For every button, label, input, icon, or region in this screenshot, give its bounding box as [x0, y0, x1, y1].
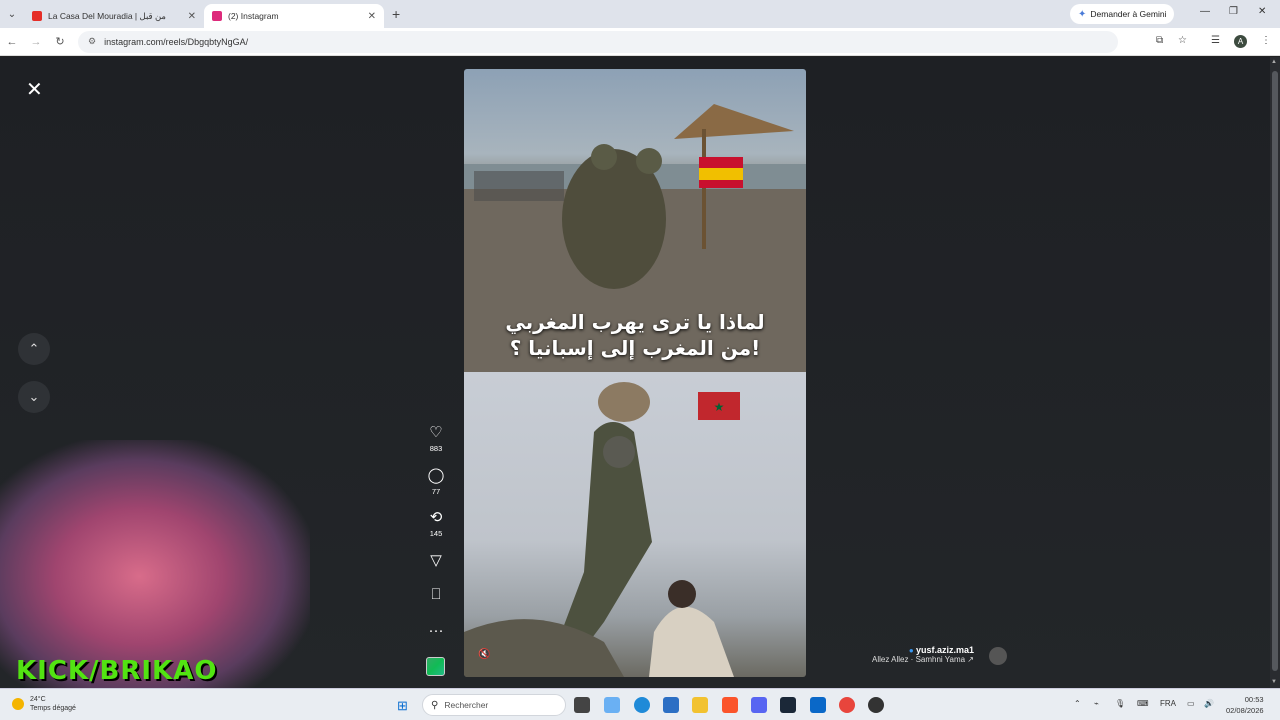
gemini-button[interactable]: ✦ Demander à Gemini: [1070, 4, 1175, 24]
scrollbar-thumb[interactable]: [1272, 71, 1278, 671]
gemini-star-icon: ✦: [1078, 8, 1087, 20]
author-name[interactable]: ● yusf.aziz.ma1: [872, 645, 974, 655]
more-dots-icon: ···: [428, 622, 444, 639]
install-app-icon[interactable]: ⧉: [1156, 35, 1163, 46]
brave-icon[interactable]: [722, 697, 738, 713]
reading-list-icon[interactable]: ☰: [1211, 35, 1220, 46]
site-info-icon[interactable]: ⚙: [88, 36, 96, 47]
profile-avatar[interactable]: A: [1234, 35, 1247, 48]
tab-instagram[interactable]: (2) Instagram ✕: [204, 4, 384, 28]
mic-icon[interactable]: 🎙: [1115, 699, 1125, 708]
caption-line-1: لماذا يا ترى يهرب المغربي: [505, 310, 765, 334]
comment-button[interactable]: ◯ 77: [425, 467, 447, 497]
taskbar-search[interactable]: ⚲ Rechercher: [422, 694, 566, 716]
clock-date: 02/08/2026: [1226, 706, 1264, 715]
audio-thumbnail[interactable]: [426, 657, 445, 676]
repost-icon: ⟲: [429, 509, 443, 526]
minimize-icon[interactable]: —: [1200, 6, 1210, 17]
reel-video[interactable]: لماذا يا ترى يهرب المغربي من المغرب إلى …: [464, 69, 806, 677]
author-username[interactable]: yusf.aziz.ma1: [916, 645, 974, 655]
page-scrollbar[interactable]: ▲ ▼: [1270, 57, 1280, 688]
repost-count: 145: [429, 529, 443, 538]
tab-search-button[interactable]: ⌄: [0, 0, 24, 28]
cliff-scene-illustration: ★: [464, 382, 740, 677]
discord-icon[interactable]: [751, 697, 767, 713]
url-text: instagram.com/reels/DbgqbtyNgGA/: [104, 36, 249, 47]
scroll-up-icon[interactable]: ▲: [1271, 59, 1277, 65]
like-count: 883: [429, 444, 443, 453]
caption-line-2: من المغرب إلى إسبانيا ؟!: [509, 336, 761, 360]
kick-channel-label: KICK/BRIKAO: [16, 656, 218, 686]
tab-title: (2) Instagram: [228, 11, 279, 21]
scroll-down-icon[interactable]: ▼: [1271, 679, 1277, 685]
steam-icon[interactable]: [780, 697, 796, 713]
clock-time: 00:53: [1244, 695, 1264, 704]
reload-icon[interactable]: ↻: [48, 35, 72, 48]
window-close-icon[interactable]: ✕: [1258, 6, 1266, 17]
like-button[interactable]: ♡ 883: [425, 424, 447, 454]
tab-la-casa[interactable]: La Casa Del Mouradia | من قبل ✕: [24, 4, 204, 28]
sun-icon: [12, 698, 24, 710]
language-indicator[interactable]: FRA: [1160, 699, 1176, 708]
volume-icon[interactable]: 🔊: [1204, 699, 1214, 708]
close-reel-icon[interactable]: ✕: [26, 77, 43, 102]
store-icon[interactable]: [663, 697, 679, 713]
display-icon[interactable]: ▭: [1187, 699, 1195, 708]
search-icon: ⚲: [431, 699, 439, 711]
save-button[interactable]: ⎕: [425, 587, 447, 603]
tab-close-icon[interactable]: ✕: [188, 11, 196, 22]
webcam-overlay: [0, 440, 310, 688]
taskbar: 24°C Temps dégagé ⊞ ⚲ Rechercher ⌃ ⌁ 🎙 ⌨…: [0, 688, 1280, 720]
task-view-icon[interactable]: [574, 697, 590, 713]
chrome-icon[interactable]: [839, 697, 855, 713]
muted-icon[interactable]: 🔇: [478, 649, 490, 660]
weather-description: Temps dégagé: [30, 705, 76, 712]
comment-bubble-icon: ◯: [427, 467, 445, 484]
author-avatar[interactable]: [989, 647, 1007, 665]
tab-close-icon[interactable]: ✕: [368, 11, 376, 22]
gemini-label: Demander à Gemini: [1090, 9, 1167, 19]
next-reel-button[interactable]: ⌄: [18, 381, 50, 413]
send-icon: ▽: [430, 552, 442, 569]
back-icon[interactable]: ←: [0, 36, 24, 48]
audio-track[interactable]: Allez Allez · Samhni Yama ↗: [872, 655, 974, 664]
address-bar: ← → ↻ ⚙ instagram.com/reels/DbgqbtyNgGA/: [0, 28, 1280, 56]
share-button[interactable]: ▽: [425, 553, 447, 569]
reel-caption: لماذا يا ترى يهرب المغربي من المغرب إلى …: [464, 309, 806, 361]
instagram-favicon-icon: [212, 11, 222, 21]
tray-overflow-icon[interactable]: ⌃: [1074, 699, 1081, 708]
previous-reel-button[interactable]: ⌃: [18, 333, 50, 365]
youtube-favicon-icon: [32, 11, 42, 21]
forward-icon[interactable]: →: [24, 36, 48, 48]
weather-widget[interactable]: 24°C Temps dégagé: [12, 695, 76, 713]
heart-icon: ♡: [429, 424, 443, 441]
new-tab-button[interactable]: +: [392, 6, 400, 22]
windows-start-icon[interactable]: ⊞: [397, 698, 408, 714]
verified-icon: ●: [908, 646, 916, 655]
cliff-photo: ★: [464, 372, 806, 677]
system-clock[interactable]: 00:53 02/08/2026: [1226, 694, 1264, 716]
temperature: 24°C: [30, 696, 46, 703]
obs-icon[interactable]: [868, 697, 884, 713]
author-info[interactable]: ● yusf.aziz.ma1 Allez Allez · Samhni Yam…: [872, 645, 974, 664]
edge-icon[interactable]: [634, 697, 650, 713]
menu-dots-icon[interactable]: ⋮: [1261, 35, 1271, 46]
url-field[interactable]: ⚙ instagram.com/reels/DbgqbtyNgGA/: [78, 30, 1118, 53]
repost-button[interactable]: ⟲ 145: [425, 509, 447, 539]
comment-count: 77: [431, 487, 441, 496]
search-placeholder: Rechercher: [444, 700, 489, 710]
ea-app-icon[interactable]: [810, 697, 826, 713]
more-options-button[interactable]: ···: [425, 623, 447, 639]
bookmark-icon: ⎕: [431, 586, 441, 603]
copilot-icon[interactable]: [604, 697, 620, 713]
svg-text:★: ★: [714, 400, 725, 414]
restore-icon[interactable]: ❐: [1229, 6, 1238, 17]
network-icon[interactable]: ⌁: [1094, 699, 1099, 708]
bookmark-star-icon[interactable]: ☆: [1178, 35, 1187, 46]
keyboard-icon[interactable]: ⌨: [1137, 699, 1149, 708]
tab-bar: ⌄ La Casa Del Mouradia | من قبل ✕ (2) In…: [0, 0, 1280, 28]
file-explorer-icon[interactable]: [692, 697, 708, 713]
beach-photo: لماذا يا ترى يهرب المغربي من المغرب إلى …: [464, 69, 806, 372]
tab-title: La Casa Del Mouradia | من قبل: [48, 10, 166, 21]
